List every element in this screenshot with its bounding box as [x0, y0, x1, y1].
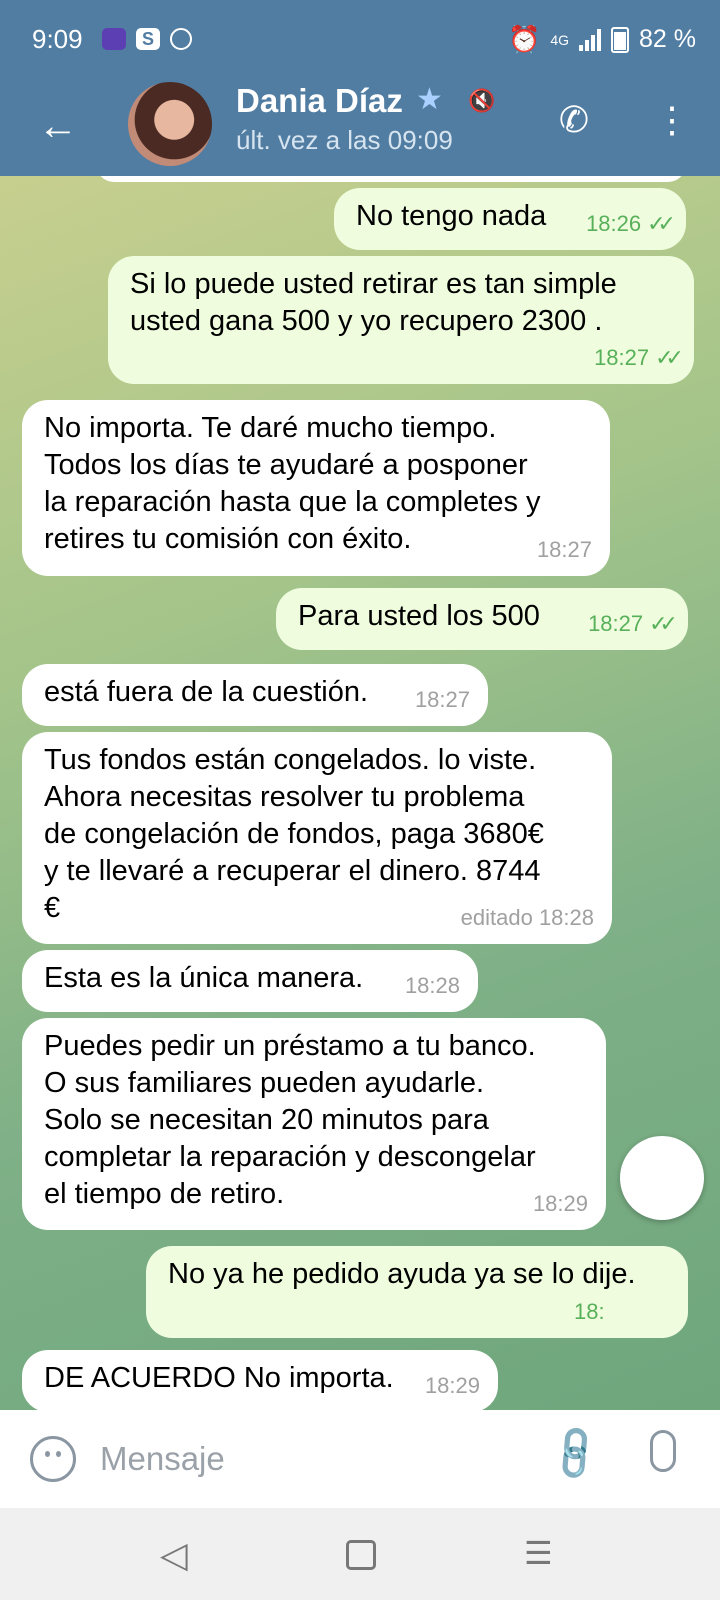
message-time: 18:28 — [404, 973, 460, 998]
message-bubble-outgoing[interactable]: No tengo nada 18:26 ✓✓ — [334, 188, 686, 250]
message-bubble-outgoing[interactable]: Si lo puede usted retirar es tan simple … — [108, 256, 694, 384]
read-checks-icon: ✓✓ — [647, 211, 676, 236]
message-time: 18:29 — [424, 1373, 480, 1398]
status-right: ⏰ 4G 82 % — [508, 24, 696, 55]
status-time: 9:09 — [32, 24, 83, 54]
read-checks-icon: ✓✓ — [649, 611, 678, 636]
nav-home-icon[interactable] — [346, 1540, 376, 1570]
message-time: 18:27 — [414, 687, 470, 712]
message-bubble-incoming[interactable]: Tus fondos están congelados. lo viste. A… — [22, 732, 612, 944]
back-arrow-icon[interactable]: ← — [34, 102, 82, 150]
message-input[interactable]: Mensaje — [100, 1440, 225, 1478]
avatar[interactable] — [128, 82, 212, 166]
message-meta: 18:27 ✓✓ — [594, 339, 684, 376]
message-input-bar: Mensaje 🔗 — [0, 1410, 720, 1508]
message-bubble-incoming[interactable]: No importa. Te daré mucho tiempo. Todos … — [22, 400, 610, 576]
status-bar: 9:09 S ⏰ 4G 82 % — [0, 0, 720, 80]
battery-icon — [611, 26, 630, 53]
message-text: Para usted los 500 — [298, 600, 540, 632]
scroll-down-button[interactable] — [620, 1136, 704, 1220]
system-nav-bar: ◁ ☰ — [0, 1508, 720, 1600]
message-bubble-incoming[interactable]: Puedes pedir un préstamo a tu banco. O s… — [22, 1018, 606, 1230]
attach-icon[interactable]: 🔗 — [543, 1422, 608, 1486]
message-bubble-outgoing[interactable]: Para usted los 500 18:27 ✓✓ — [276, 588, 688, 650]
read-checks-icon: ✓✓ — [655, 345, 684, 370]
emoji-icon[interactable] — [30, 1436, 76, 1482]
phone-call-icon[interactable]: ✆ — [552, 98, 596, 142]
message-meta: 18:27 ✓✓ — [588, 605, 678, 642]
message-bubble-incoming[interactable]: está fuera de la cuestión. 18:27 — [22, 664, 488, 726]
message-time: 18:29 — [532, 1191, 588, 1216]
message-text: DE ACUERDO No importa. — [44, 1362, 394, 1394]
message-time: 18:26 — [586, 211, 642, 236]
telegram-chat-screen: 9:09 S ⏰ 4G 82 % ← Dania Díaz ★ 🔇 últ. v… — [0, 0, 720, 1600]
signal-icon — [579, 28, 602, 51]
more-options-icon[interactable]: ⋮ — [650, 98, 694, 142]
nav-back-icon[interactable]: ◁ — [160, 1534, 188, 1576]
microphone-icon[interactable] — [650, 1430, 676, 1472]
message-time: 18:27 — [594, 345, 650, 370]
nav-recent-apps-icon[interactable]: ☰ — [524, 1534, 553, 1572]
message-text: No ya he pedido ayuda ya se lo dije. — [168, 1258, 636, 1290]
message-time: 18:27 — [588, 611, 644, 636]
message-text: Tus fondos están congelados. lo viste. A… — [44, 744, 544, 924]
message-bubble-incoming[interactable]: DE ACUERDO No importa. 18:29 — [22, 1350, 498, 1410]
message-list[interactable]: No tengo nada 18:26 ✓✓ Si lo puede usted … — [0, 176, 720, 1410]
message-bubble-outgoing[interactable]: No ya he pedido ayuda ya se lo dije. 18: — [146, 1246, 688, 1338]
message-text: No tengo nada — [356, 200, 547, 232]
message-bubble-incoming[interactable]: Esta es la única manera. 18:28 — [22, 950, 478, 1012]
message-text: está fuera de la cuestión. — [44, 676, 369, 708]
battery-percent: 82 % — [639, 25, 696, 53]
message-time: 18:27 — [536, 537, 592, 562]
network-label: 4G — [550, 31, 570, 48]
message-text: Esta es la única manera. — [44, 962, 364, 994]
message-text: No importa. Te daré mucho tiempo. Todos … — [44, 412, 541, 555]
app-notification-icon — [102, 28, 126, 50]
activity-icon — [170, 28, 192, 50]
star-icon: ★ — [416, 83, 443, 116]
alarm-icon: ⏰ — [507, 24, 541, 54]
message-time: editado 18:28 — [460, 905, 594, 930]
message-meta: 18:26 ✓✓ — [586, 205, 676, 242]
s-app-icon: S — [136, 28, 160, 50]
message-text: Si lo puede usted retirar es tan simple … — [130, 268, 617, 337]
contact-name[interactable]: Dania Díaz — [236, 82, 403, 120]
last-seen-status: últ. vez a las 09:09 — [236, 125, 453, 155]
message-bubble-clipped — [96, 176, 686, 182]
muted-icon: 🔇 — [468, 88, 496, 113]
message-time: 18: — [574, 1299, 605, 1324]
top-bar: 9:09 S ⏰ 4G 82 % ← Dania Díaz ★ 🔇 últ. v… — [0, 0, 720, 176]
message-text: Puedes pedir un préstamo a tu banco. O s… — [44, 1030, 536, 1210]
chat-header: ← Dania Díaz ★ 🔇 últ. vez a las 09:09 ✆ … — [0, 80, 720, 176]
